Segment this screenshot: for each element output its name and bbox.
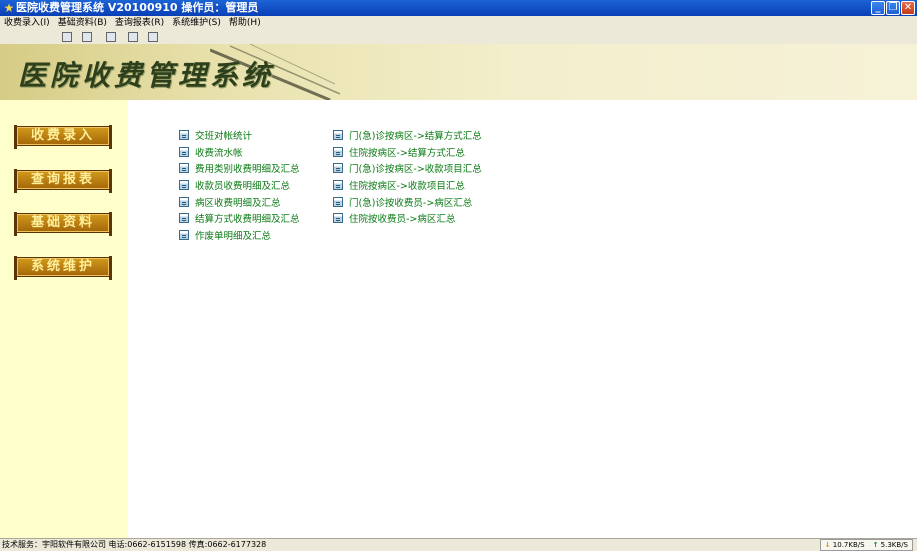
restore-button[interactable]: ❐: [886, 1, 900, 15]
report-link[interactable]: 住院按收费员->病区汇总: [333, 210, 482, 227]
toolbar: [0, 30, 917, 44]
status-support-text: 技术服务：宇阳软件有限公司 电话:0662-6151598 传真:0662-61…: [2, 540, 267, 549]
title-bar: ★ 医院收费管理系统 V20100910 操作员：管理员 _ ❐ ✕: [0, 0, 917, 16]
menu-query-report[interactable]: 查询报表(R): [111, 16, 168, 30]
menu-bar: 收费录入(I) 基础资料(B) 查询报表(R) 系统维护(S) 帮助(H): [0, 16, 917, 30]
report-document-icon: [179, 130, 189, 141]
report-link[interactable]: 住院按病区->结算方式汇总: [333, 144, 482, 161]
report-links-column-1: 交班对帐统计 收费流水帐 费用类别收费明细及汇总 收款员收费明细及汇总 病区收费…: [179, 127, 300, 243]
nav-system-maintenance-button[interactable]: 系统维护: [14, 256, 112, 280]
report-link[interactable]: 费用类别收费明细及汇总: [179, 160, 300, 177]
network-speed-indicator: ↓ 10.7KB/S ↑ 5.3KB/S: [819, 539, 913, 551]
report-link[interactable]: 住院按病区->收款项目汇总: [333, 177, 482, 194]
report-link[interactable]: 病区收费明细及汇总: [179, 193, 300, 210]
minimize-button[interactable]: _: [871, 1, 885, 15]
report-document-icon: [333, 180, 343, 191]
download-arrow-icon: ↓: [824, 541, 831, 549]
report-document-icon: [179, 196, 189, 207]
main-content: 交班对帐统计 收费流水帐 费用类别收费明细及汇总 收款员收费明细及汇总 病区收费…: [128, 100, 917, 538]
report-link[interactable]: 收款员收费明细及汇总: [179, 177, 300, 194]
nav-query-report-button[interactable]: 查询报表: [14, 169, 112, 193]
report-document-icon: [179, 229, 189, 240]
window-title: 医院收费管理系统 V20100910 操作员：管理员: [16, 1, 259, 14]
report-document-icon: [333, 163, 343, 174]
report-document-icon: [333, 130, 343, 141]
report-document-icon: [333, 196, 343, 207]
upload-arrow-icon: ↑: [872, 541, 879, 549]
menu-system-maintenance[interactable]: 系统维护(S): [168, 16, 225, 30]
toolbar-document-icon[interactable]: [106, 32, 116, 42]
report-link[interactable]: 门(急)诊按收费员->病区汇总: [333, 193, 482, 210]
report-link[interactable]: 交班对帐统计: [179, 127, 300, 144]
report-link[interactable]: 收费流水帐: [179, 144, 300, 161]
close-button[interactable]: ✕: [901, 1, 915, 15]
report-links-column-2: 门(急)诊按病区->结算方式汇总 住院按病区->结算方式汇总 门(急)诊按病区-…: [333, 127, 482, 227]
nav-basic-data-button[interactable]: 基础资料: [14, 212, 112, 236]
app-banner: 医院收费管理系统: [0, 44, 917, 100]
report-link[interactable]: 作废单明细及汇总: [179, 227, 300, 244]
menu-basic-data[interactable]: 基础资料(B): [54, 16, 111, 30]
report-document-icon: [179, 146, 189, 157]
sidebar: 收费录入 查询报表 基础资料 系统维护: [0, 100, 128, 538]
toolbar-exit-icon[interactable]: [148, 32, 158, 42]
app-logo-icon: ★: [3, 1, 15, 15]
report-link[interactable]: 结算方式收费明细及汇总: [179, 210, 300, 227]
download-speed: ↓ 10.7KB/S: [824, 541, 865, 549]
report-document-icon: [333, 213, 343, 224]
upload-speed: ↑ 5.3KB/S: [872, 541, 908, 549]
report-document-icon: [179, 213, 189, 224]
menu-help[interactable]: 帮助(H): [225, 16, 265, 30]
report-document-icon: [333, 146, 343, 157]
toolbar-tile-icon[interactable]: [82, 32, 92, 42]
toolbar-print-icon[interactable]: [128, 32, 138, 42]
report-document-icon: [179, 180, 189, 191]
window-controls: _ ❐ ✕: [871, 1, 915, 15]
report-link[interactable]: 门(急)诊按病区->收款项目汇总: [333, 160, 482, 177]
menu-charge-entry[interactable]: 收费录入(I): [0, 16, 54, 30]
report-link[interactable]: 门(急)诊按病区->结算方式汇总: [333, 127, 482, 144]
toolbar-window-icon[interactable]: [62, 32, 72, 42]
nav-charge-entry-button[interactable]: 收费录入: [14, 125, 112, 149]
status-bar: 技术服务：宇阳软件有限公司 电话:0662-6151598 传真:0662-61…: [0, 538, 917, 551]
report-document-icon: [179, 163, 189, 174]
banner-title: 医院收费管理系统: [18, 59, 275, 92]
